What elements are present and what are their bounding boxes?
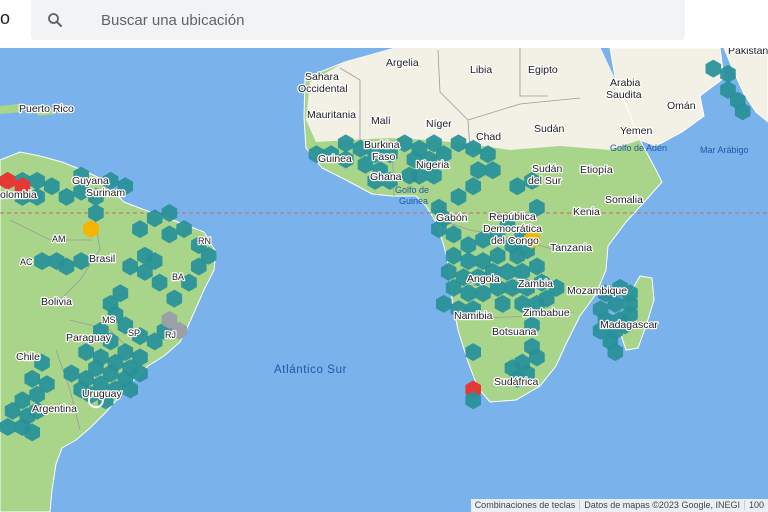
label-mali: Malí — [371, 115, 391, 127]
top-bar: o — [0, 0, 768, 48]
label-mar-arabigo: Mar Arábigo — [700, 145, 749, 155]
label-ghana: Ghana — [370, 171, 402, 183]
label-etiopia: Etiopía — [580, 164, 613, 176]
label-golfo-guinea-line2: Guinea — [399, 196, 428, 206]
label-uruguay: Uruguay — [82, 388, 122, 400]
label-tanzania: Tanzania — [550, 242, 592, 254]
label-sudafrica: Sudáfrica — [494, 376, 539, 388]
label-yemen: Yemen — [620, 125, 652, 137]
label-golfo-guinea-line1: Golfo de — [395, 185, 429, 195]
label-golfo-aden: Golfo de Adén — [610, 143, 667, 153]
label-ms: MS — [102, 315, 116, 325]
label-burkina-line1: Burkina — [364, 139, 400, 151]
label-atlantico-sur: Atlántico Sur — [274, 364, 347, 376]
label-zimbabue: Zimbabue — [523, 307, 570, 319]
label-rn: RN — [198, 236, 211, 246]
label-am: AM — [52, 234, 66, 244]
label-guinea: Guinea — [318, 153, 352, 165]
label-nigeria: Nigeria — [416, 159, 449, 171]
label-rdc-line2: Democrática — [483, 223, 542, 235]
label-pakistan: Pakistán — [728, 48, 768, 57]
label-rdc-line3: del Congo — [491, 235, 539, 247]
label-zambia: Zambia — [518, 278, 553, 290]
map-canvas[interactable]: Pakistán Sahara Occidental Argelia Libia… — [0, 48, 768, 512]
label-angola: Angola — [467, 273, 500, 285]
label-sp: SP — [128, 328, 140, 338]
label-rj: RJ — [165, 330, 176, 340]
label-argelia: Argelia — [386, 57, 419, 69]
label-arabia-line2: Saudita — [606, 89, 642, 101]
label-rd-congo: República Democrática del Congo — [483, 211, 545, 247]
label-sudan-del-sur: Sudán del Sur — [528, 163, 565, 187]
label-guyana: Guyana — [72, 175, 109, 187]
map-data-credit: Datos de mapas ©2023 Google, INEGI — [579, 500, 744, 510]
map-attribution: Combinaciones de teclas Datos de mapas ©2… — [470, 499, 768, 512]
label-mozambique: Mozambique — [567, 285, 627, 297]
search-icon[interactable] — [46, 11, 64, 29]
label-golfo-guinea: Golfo de Guinea — [395, 185, 432, 206]
label-namibia: Namibia — [454, 310, 493, 322]
search-input[interactable] — [101, 0, 661, 40]
label-niger: Níger — [426, 118, 452, 130]
label-colombia: olombia — [0, 189, 37, 201]
app-logo-fragment: o — [0, 8, 11, 28]
label-sudan: Sudán — [534, 123, 565, 135]
search-box[interactable] — [31, 0, 685, 40]
label-argentina: Argentina — [32, 403, 77, 415]
label-oman: Omán — [667, 100, 696, 112]
label-egipto: Egipto — [528, 64, 558, 76]
label-sahara-line2: Occidental — [298, 83, 348, 95]
label-paraguay: Paraguay — [66, 332, 112, 344]
label-sahara-line1: Sahara — [305, 71, 339, 83]
label-brasil: Brasil — [89, 253, 115, 265]
label-bolivia: Bolivia — [41, 296, 72, 308]
label-sudan-sur-line1: Sudán — [532, 163, 563, 175]
label-ac: AC — [20, 257, 33, 267]
label-burkina-line2: Faso — [372, 151, 396, 163]
scale-label: 100 — [743, 500, 768, 510]
label-mauritania: Mauritania — [307, 109, 356, 121]
label-kenia: Kenia — [573, 206, 600, 218]
label-arabia-line1: Arabia — [610, 77, 641, 89]
label-sudan-sur-line2: del Sur — [528, 175, 562, 187]
label-arabia-saudita: Arabia Saudita — [606, 77, 643, 101]
label-madagascar: Madagascar — [600, 319, 658, 331]
label-botsuana: Botsuana — [492, 326, 537, 338]
label-gabon: Gabón — [436, 212, 468, 224]
label-surinam: Surinam — [86, 187, 125, 199]
label-chad: Chad — [476, 131, 501, 143]
label-somalia: Somalia — [605, 194, 643, 206]
label-rdc-line1: República — [489, 211, 536, 223]
label-sahara-occidental: Sahara Occidental — [298, 71, 348, 95]
label-chile: Chile — [16, 351, 40, 363]
label-ba: BA — [172, 272, 184, 282]
label-puerto-rico: Puerto Rico — [19, 103, 74, 115]
label-libia: Libia — [470, 64, 492, 76]
keyboard-shortcuts-link[interactable]: Combinaciones de teclas — [471, 500, 580, 510]
